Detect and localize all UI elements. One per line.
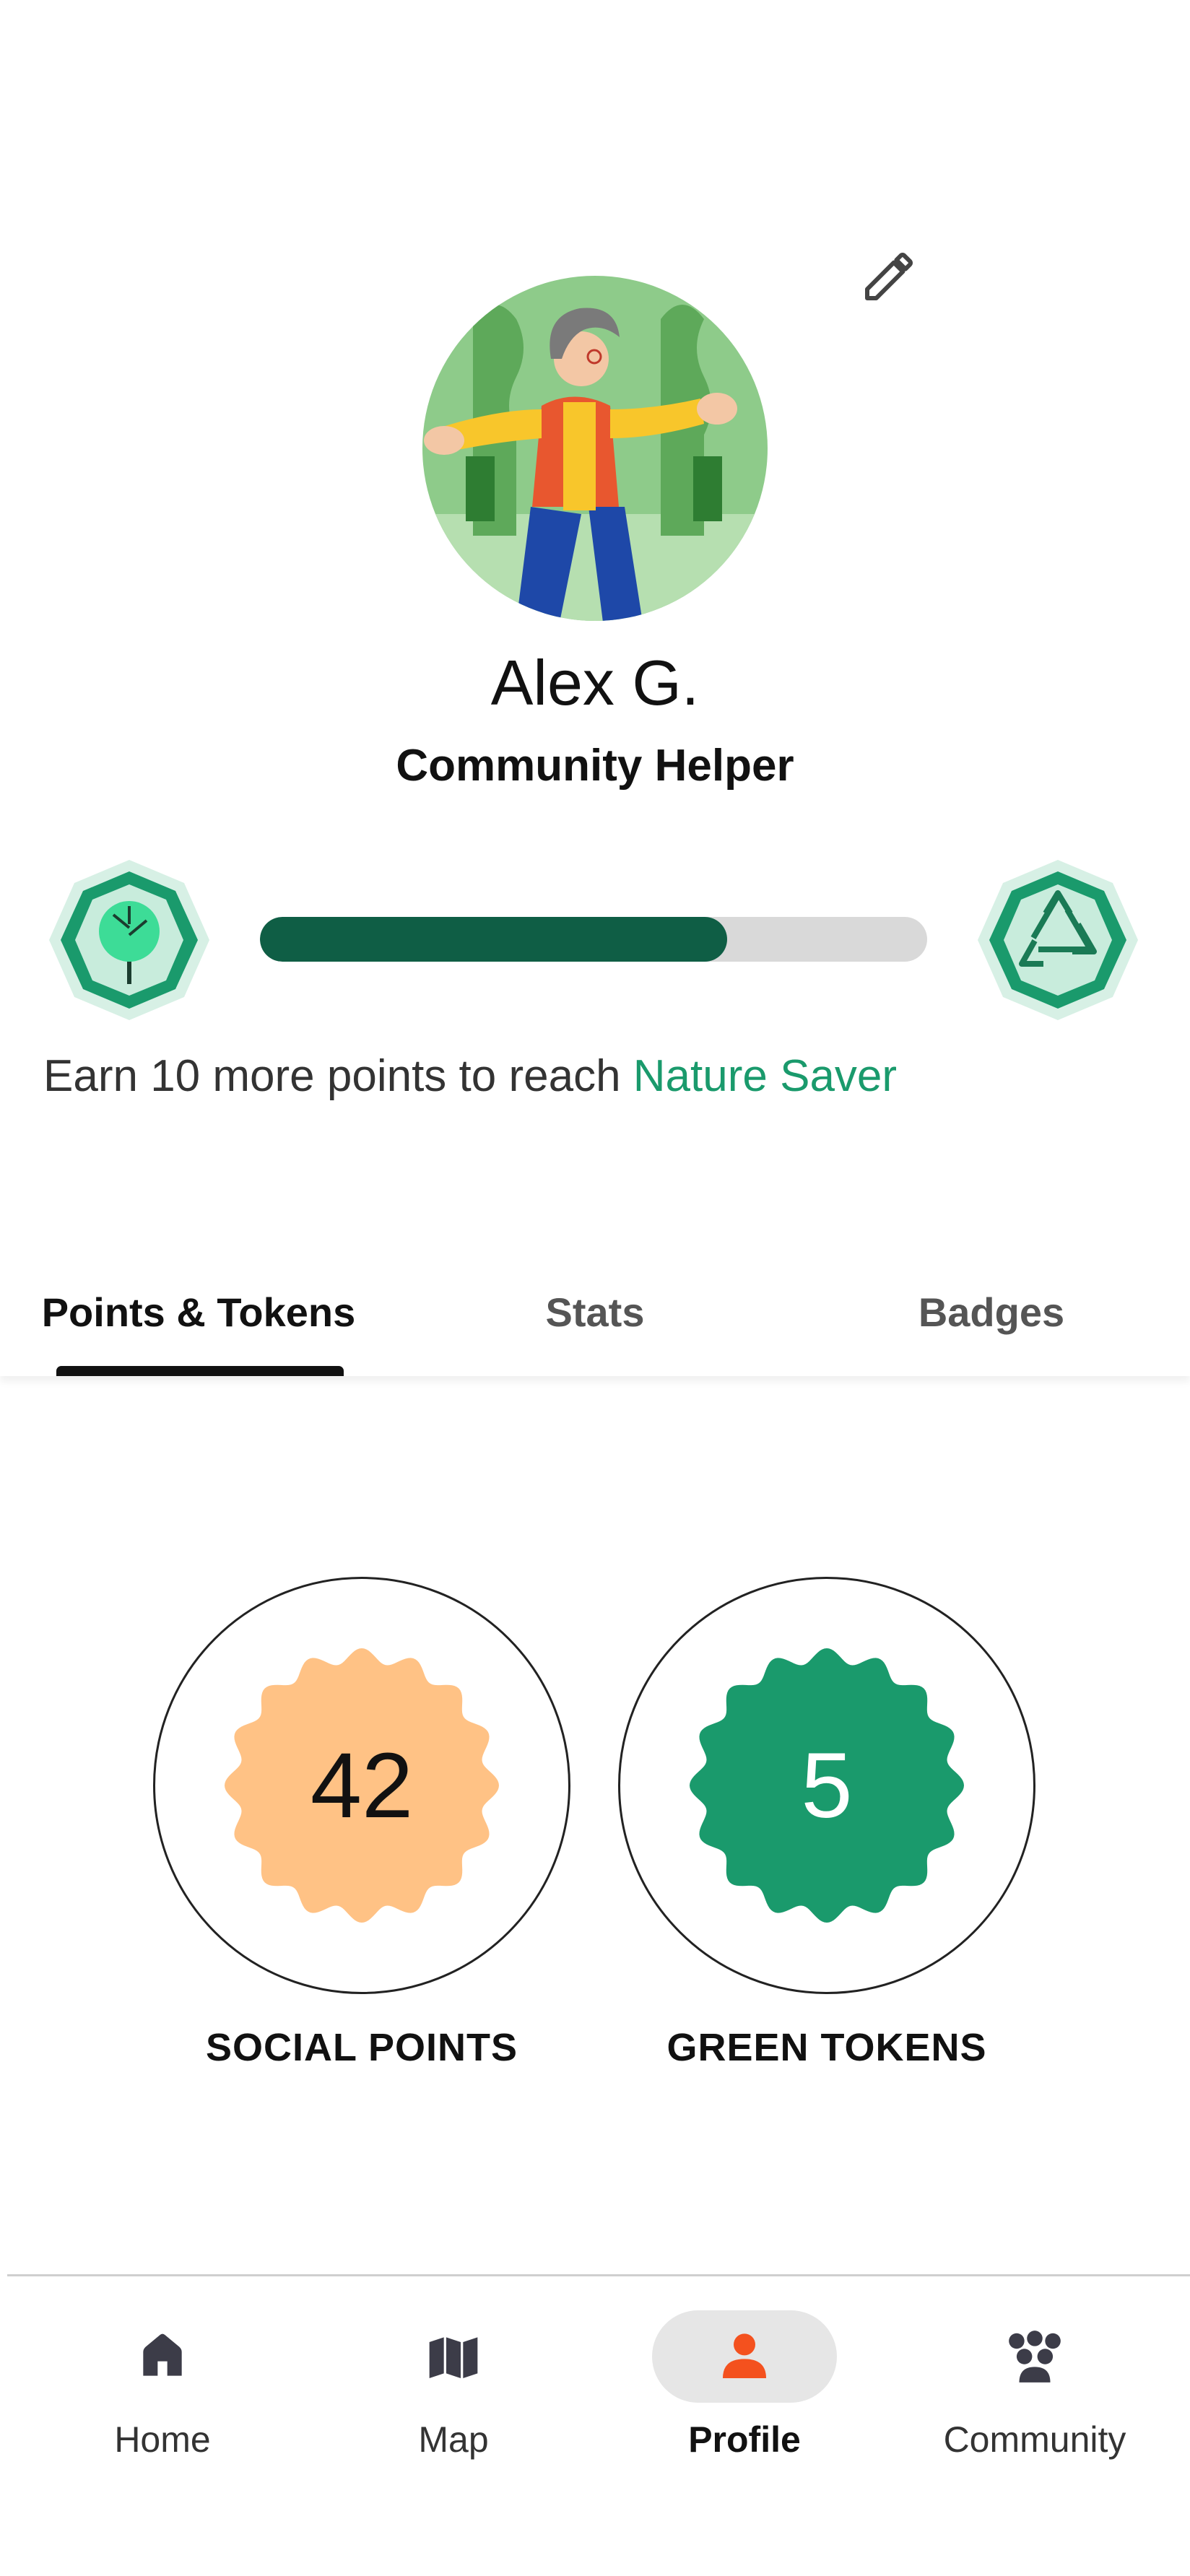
nav-home-label: Home (114, 2419, 211, 2460)
tab-points-tokens[interactable]: Points & Tokens (0, 1248, 397, 1376)
home-icon (70, 2310, 255, 2403)
profile-tabs: Points & Tokens Stats Badges (0, 1248, 1190, 1376)
profile-name: Alex G. (490, 647, 700, 718)
nav-profile[interactable]: Profile (625, 2307, 864, 2473)
green-tokens-value: 5 (801, 1733, 853, 1837)
group-icon (942, 2310, 1127, 2403)
nav-home[interactable]: Home (43, 2307, 282, 2473)
current-level-badge (45, 856, 214, 1024)
map-icon (361, 2310, 546, 2403)
progress-message-text: Earn 10 more points to reach (43, 1051, 633, 1101)
progress-message: Earn 10 more points to reach Nature Save… (43, 1050, 897, 1102)
nav-profile-label: Profile (688, 2419, 801, 2460)
avatar (422, 276, 768, 621)
level-progress-bar (260, 917, 927, 962)
nav-community-label: Community (943, 2419, 1126, 2460)
edit-profile-button[interactable] (856, 245, 921, 310)
tab-badges[interactable]: Badges (793, 1248, 1190, 1376)
social-points-card: 42 (153, 1577, 570, 1994)
person-icon (652, 2310, 837, 2403)
nav-map[interactable]: Map (334, 2307, 573, 2473)
active-tab-indicator (56, 1366, 344, 1376)
green-tokens-card: 5 (618, 1577, 1035, 1994)
nav-divider (7, 2274, 1190, 2276)
tab-stats[interactable]: Stats (397, 1248, 793, 1376)
profile-role: Community Helper (396, 741, 794, 791)
next-level-badge (973, 856, 1142, 1024)
green-tokens-label: GREEN TOKENS (666, 2026, 987, 2069)
social-points-value: 42 (310, 1733, 414, 1837)
pencil-icon (860, 248, 918, 309)
nav-map-label: Map (418, 2419, 489, 2460)
level-progress-fill (260, 917, 727, 962)
social-points-label: SOCIAL POINTS (205, 2026, 518, 2069)
next-level-name: Nature Saver (633, 1051, 898, 1101)
nav-community[interactable]: Community (916, 2307, 1154, 2473)
